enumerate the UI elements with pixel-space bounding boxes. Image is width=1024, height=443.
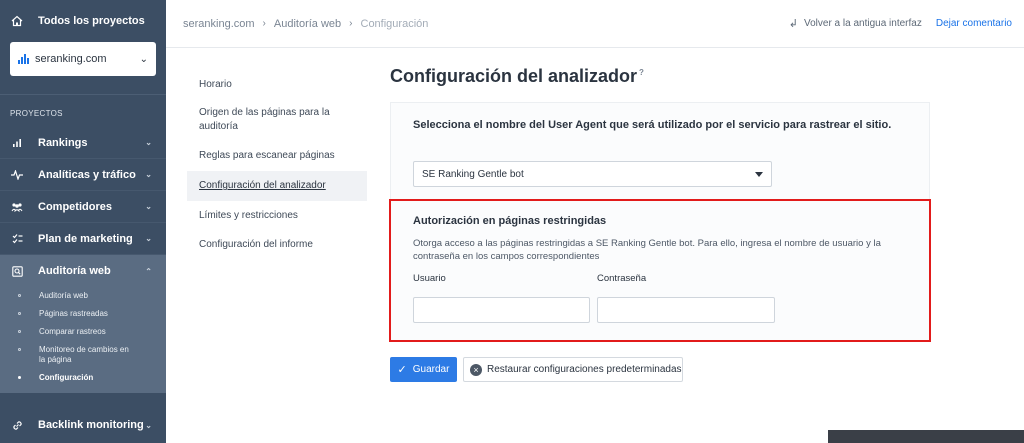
checklist-icon (10, 233, 24, 244)
page-title: Configuración del analizador (390, 66, 638, 86)
site-bar-icon (18, 54, 29, 64)
username-label: Usuario (413, 273, 446, 284)
chevron-down-icon: ⌄ (145, 234, 152, 243)
help-icon[interactable]: ? (639, 68, 644, 77)
settings-nav-parser-settings[interactable]: Configuración del analizador (187, 171, 367, 201)
sidebar-item-analytics[interactable]: Analíticas y tráfico ⌄ (0, 159, 166, 191)
sidebar-submenu: Auditoría web Páginas rastreadas Compara… (0, 287, 166, 393)
chevron-right-icon: › (349, 18, 353, 29)
bullet-icon (18, 348, 21, 351)
sidebar-item-label: Auditoría web (38, 265, 111, 277)
breadcrumb-item[interactable]: Auditoría web (274, 18, 341, 30)
top-bar: seranking.com › Auditoría web › Configur… (166, 0, 1024, 48)
sidebar-subitem-label: Configuración (39, 373, 94, 382)
form-actions: ✓ Guardar × Restaurar configuraciones pr… (390, 357, 683, 382)
bullet-icon (18, 376, 21, 379)
sidebar-item-label: Backlink monitoring (38, 419, 144, 431)
settings-card: Selecciona el nombre del User Agent que … (389, 102, 931, 342)
settings-nav: Horario Origen de las páginas para la au… (187, 72, 367, 258)
save-button-label: Guardar (412, 364, 450, 375)
corner-overlay (828, 430, 1024, 443)
sidebar-subitem-page-changes[interactable]: Monitoreo de cambios en la página (0, 341, 166, 369)
sidebar-section-label: PROYECTOS (10, 109, 63, 118)
sidebar-item-backlink-monitoring[interactable]: Backlink monitoring ⌄ (0, 407, 166, 443)
all-projects-label: Todos los proyectos (38, 15, 145, 27)
restore-defaults-button[interactable]: × Restaurar configuraciones predetermina… (463, 357, 683, 382)
check-icon: ✓ (397, 364, 407, 376)
sidebar-subitem-label: Comparar rastreos (39, 327, 106, 336)
user-agent-description: Selecciona el nombre del User Agent que … (413, 119, 892, 131)
breadcrumb-item[interactable]: seranking.com (183, 18, 255, 30)
chevron-down-icon: ⌄ (145, 138, 152, 147)
settings-nav-limits[interactable]: Límites y restricciones (187, 201, 367, 231)
sidebar-subitem-crawled-pages[interactable]: Páginas rastreadas (0, 305, 166, 323)
settings-nav-scan-rules[interactable]: Reglas para escanear páginas (187, 142, 367, 171)
sidebar-item-label: Plan de marketing (38, 232, 133, 245)
password-input[interactable] (597, 297, 775, 323)
chevron-down-icon: ⌄ (139, 53, 148, 65)
sidebar-item-label: Analíticas y tráfico (38, 168, 136, 181)
sidebar-subitem-compare-crawls[interactable]: Comparar rastreos (0, 323, 166, 341)
bar-chart-icon (10, 138, 24, 148)
close-circle-icon: × (470, 363, 482, 376)
page-title-row: Configuración del analizador ? (390, 66, 930, 96)
sidebar-item-label: Rankings (38, 136, 88, 149)
chevron-right-icon: › (262, 18, 266, 29)
sidebar-item-label: Competidores (38, 200, 112, 213)
sidebar-item-marketing-plan[interactable]: Plan de marketing ⌄ (0, 223, 166, 255)
pulse-icon (10, 169, 24, 180)
chevron-up-icon: ⌃ (145, 266, 152, 276)
sidebar-subitem-site-audit[interactable]: Auditoría web (0, 287, 166, 305)
sidebar: Todos los proyectos seranking.com ⌄ PROY… (0, 0, 166, 443)
link-icon (10, 420, 24, 431)
caret-down-icon (755, 171, 763, 177)
audit-icon (10, 265, 24, 277)
password-label: Contraseña (597, 273, 647, 284)
project-select-value: seranking.com (35, 53, 107, 65)
chevron-down-icon: ⌄ (145, 202, 152, 211)
breadcrumb: seranking.com › Auditoría web › Configur… (166, 18, 789, 30)
sidebar-subitem-label: Monitoreo de cambios en la página (39, 345, 129, 364)
old-interface-label: Volver a la antigua interfaz (803, 18, 922, 29)
sidebar-bottom: Backlink monitoring ⌄ (0, 407, 166, 443)
old-interface-link[interactable]: ↲ Volver a la antigua interfaz (789, 17, 922, 30)
bullet-icon (18, 294, 21, 297)
breadcrumb-current: Configuración (360, 17, 429, 30)
user-agent-select[interactable]: SE Ranking Gentle bot (413, 161, 772, 187)
settings-nav-report-settings[interactable]: Configuración del informe (187, 231, 367, 258)
restricted-auth-section: Autorización en páginas restringidas Oto… (389, 199, 931, 342)
all-projects-link[interactable]: Todos los proyectos (0, 0, 166, 42)
auth-description: Otorga acceso a las páginas restringidas… (413, 238, 881, 262)
settings-nav-page-source[interactable]: Origen de las páginas para la auditoría (187, 98, 367, 142)
sidebar-item-site-audit[interactable]: Auditoría web ⌃ (0, 255, 166, 287)
sidebar-subitem-label: Auditoría web (39, 291, 88, 300)
save-button[interactable]: ✓ Guardar (390, 357, 457, 382)
sidebar-subitem-settings[interactable]: Configuración (0, 369, 166, 387)
sidebar-subitem-label: Páginas rastreadas (39, 309, 108, 318)
restore-defaults-label: Restaurar configuraciones predeterminada… (487, 364, 682, 375)
bullet-icon (18, 312, 21, 315)
sidebar-item-rankings[interactable]: Rankings ⌄ (0, 127, 166, 159)
chevron-down-icon: ⌄ (145, 420, 152, 430)
sidebar-item-competitors[interactable]: Competidores ⌄ (0, 191, 166, 223)
top-actions: ↲ Volver a la antigua interfaz Dejar com… (789, 17, 1024, 30)
bullet-icon (18, 330, 21, 333)
sidebar-top: Todos los proyectos seranking.com ⌄ (0, 0, 166, 95)
leave-comment-link[interactable]: Dejar comentario (936, 18, 1012, 29)
main-content: Configuración del analizador ? Seleccion… (389, 66, 931, 342)
auth-heading: Autorización en páginas restringidas (413, 215, 607, 227)
user-agent-select-value: SE Ranking Gentle bot (422, 168, 524, 180)
chevron-down-icon: ⌄ (145, 170, 152, 179)
return-arrow-icon: ↲ (788, 18, 798, 30)
settings-nav-schedule[interactable]: Horario (187, 72, 367, 98)
username-input[interactable] (413, 297, 590, 323)
users-icon (10, 202, 24, 212)
project-select[interactable]: seranking.com ⌄ (10, 42, 156, 76)
home-icon (10, 15, 24, 27)
